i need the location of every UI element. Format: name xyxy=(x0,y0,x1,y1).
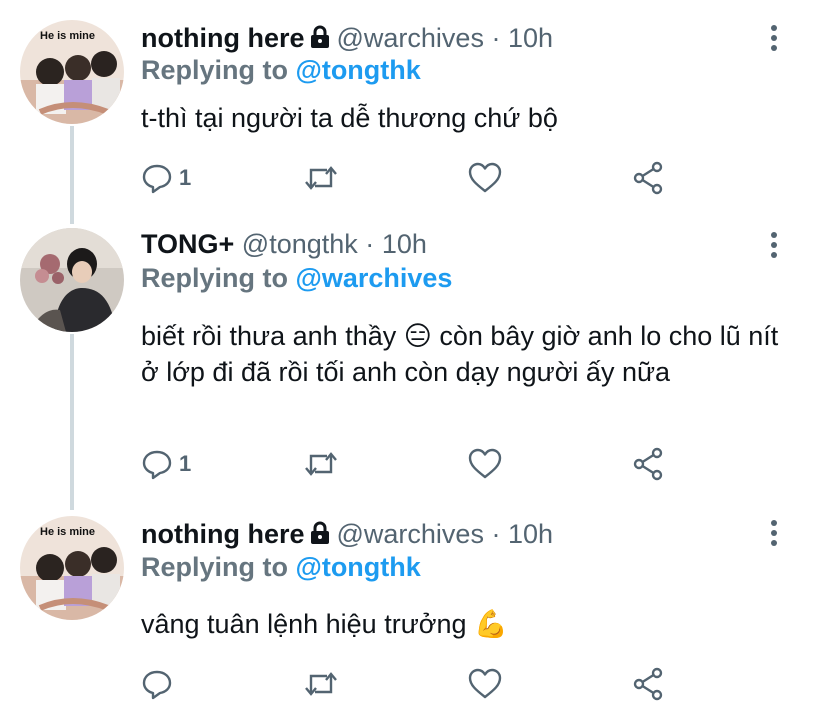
tweet-actions: 1 xyxy=(141,158,701,198)
separator-dot: · xyxy=(365,229,375,259)
like-button[interactable] xyxy=(468,444,502,484)
reply-count: 1 xyxy=(179,451,192,476)
avatar[interactable] xyxy=(20,228,124,332)
like-button[interactable] xyxy=(468,664,502,704)
timestamp[interactable]: 10h xyxy=(382,229,427,259)
replying-to: Replying to @warchives xyxy=(141,262,452,294)
tweet[interactable]: TONG+ @tongthk · 10h Replying to @warchi… xyxy=(0,210,828,500)
timestamp[interactable]: 10h xyxy=(508,23,553,53)
like-icon xyxy=(468,448,502,480)
handle[interactable]: @tongthk xyxy=(242,229,358,259)
handle[interactable]: @warchives xyxy=(337,519,484,549)
more-icon[interactable] xyxy=(764,25,784,55)
more-icon[interactable] xyxy=(764,232,784,262)
tweet[interactable]: He is mine nothing here @warchives · 10h … xyxy=(0,500,828,710)
tweet-header: TONG+ @tongthk · 10h xyxy=(141,228,427,260)
avatar[interactable]: He is mine xyxy=(20,20,124,124)
like-icon xyxy=(468,162,502,194)
mention-link[interactable]: @tongthk xyxy=(296,552,421,582)
share-icon xyxy=(631,447,665,481)
handle[interactable]: @warchives xyxy=(337,23,484,53)
reply-icon xyxy=(141,668,173,700)
share-icon xyxy=(631,161,665,195)
tweet-text: t-thì tại người ta dễ thương chứ bộ xyxy=(141,103,558,133)
retweet-button[interactable] xyxy=(303,158,339,198)
reply-icon xyxy=(141,448,173,480)
mention-link[interactable]: @warchives xyxy=(296,263,453,293)
reply-button[interactable]: 1 xyxy=(141,158,191,198)
retweet-icon xyxy=(303,162,339,194)
replying-to: Replying to @tongthk xyxy=(141,551,421,583)
lock-icon xyxy=(309,520,331,552)
replying-prefix: Replying to xyxy=(141,552,296,582)
tweet-actions: 1 xyxy=(141,444,701,484)
lock-icon xyxy=(309,24,331,56)
separator-dot: · xyxy=(491,23,501,53)
replying-prefix: Replying to xyxy=(141,263,296,293)
tweet-text: biết rồi thưa anh thầy 😑 còn bây giờ anh… xyxy=(141,321,779,387)
replying-prefix: Replying to xyxy=(141,55,296,85)
tweet-actions xyxy=(141,664,701,704)
display-name[interactable]: TONG+ xyxy=(141,229,234,259)
retweet-button[interactable] xyxy=(303,664,339,704)
avatar-caption: He is mine xyxy=(40,526,96,538)
retweet-icon xyxy=(303,668,339,700)
share-button[interactable] xyxy=(631,158,665,198)
reply-count: 1 xyxy=(179,165,192,190)
separator-dot: · xyxy=(491,519,501,549)
tweet[interactable]: He is mine nothing here @warchives · 10h … xyxy=(0,0,828,210)
share-icon xyxy=(631,667,665,701)
like-button[interactable] xyxy=(468,158,502,198)
tweet-text: vâng tuân lệnh hiệu trưởng 💪 xyxy=(141,609,508,639)
retweet-icon xyxy=(303,448,339,480)
display-name[interactable]: nothing here xyxy=(141,519,305,549)
timestamp[interactable]: 10h xyxy=(508,519,553,549)
reply-icon xyxy=(141,162,173,194)
avatar-caption: He is mine xyxy=(40,30,96,42)
more-icon[interactable] xyxy=(764,520,784,550)
avatar[interactable]: He is mine xyxy=(20,516,124,620)
share-button[interactable] xyxy=(631,444,665,484)
tweet-header: nothing here @warchives · 10h xyxy=(141,518,553,552)
retweet-button[interactable] xyxy=(303,444,339,484)
display-name[interactable]: nothing here xyxy=(141,23,305,53)
like-icon xyxy=(468,668,502,700)
tweet-header: nothing here @warchives · 10h xyxy=(141,22,553,56)
replying-to: Replying to @tongthk xyxy=(141,54,421,86)
mention-link[interactable]: @tongthk xyxy=(296,55,421,85)
reply-button[interactable]: 1 xyxy=(141,444,191,484)
share-button[interactable] xyxy=(631,664,665,704)
reply-button[interactable] xyxy=(141,664,179,704)
